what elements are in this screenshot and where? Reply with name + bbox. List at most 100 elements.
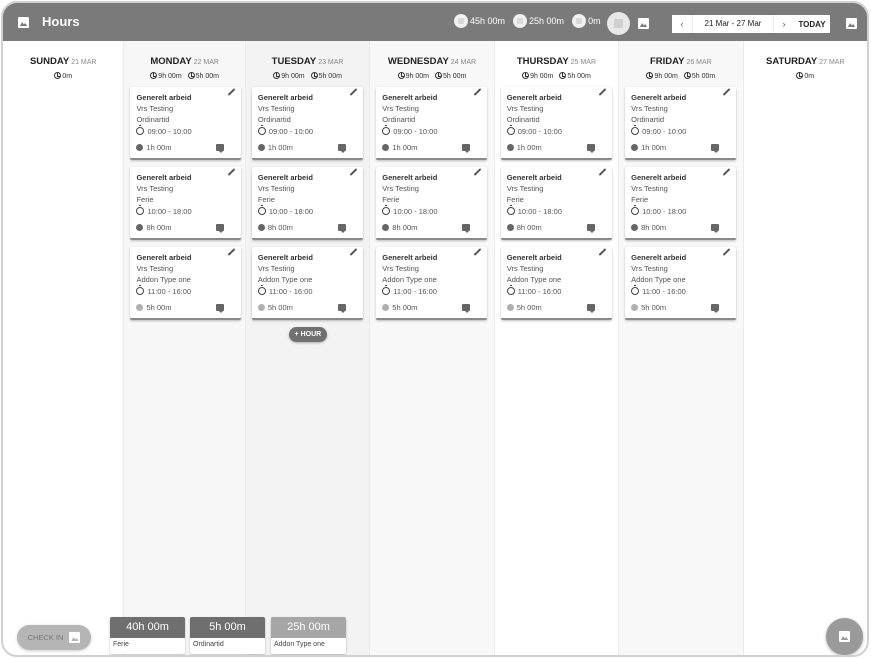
check-in-button[interactable]: CHECK IN: [17, 625, 91, 650]
day-date: 24 MAR: [450, 59, 477, 66]
entry-duration-value: 5h 00m: [392, 303, 418, 312]
day-header: TUESDAY 23 MAR 9h 00m 5h 00m: [246, 41, 369, 87]
settings-image-icon[interactable]: [846, 18, 857, 29]
comment-icon[interactable]: [586, 144, 595, 153]
comment-icon[interactable]: [216, 144, 225, 153]
day-total: 9h 00m: [522, 72, 553, 80]
clock-icon: [683, 72, 691, 79]
clock-icon: [187, 72, 195, 79]
entry-duration: 1h 00m: [506, 143, 542, 152]
entry-duration-value: 5h 00m: [641, 303, 667, 312]
entry-title: Generelt arbeid: [136, 253, 192, 262]
stopwatch-icon: [136, 125, 145, 135]
entry-time-value: 11:00 - 16:00: [147, 287, 192, 296]
summary-type-value: 25h 00m: [529, 16, 565, 26]
stopwatch-icon: [382, 205, 391, 215]
prev-week-button[interactable]: ‹: [672, 19, 692, 29]
time-entry-card[interactable]: Generelt arbeid Vrs Testing Addon Type o…: [376, 247, 488, 320]
entry-duration-value: 1h 00m: [516, 143, 542, 152]
time-entry-card[interactable]: Generelt arbeid Vrs Testing Ordinartid 0…: [625, 87, 737, 160]
avatar-button[interactable]: [607, 12, 630, 35]
legend-value: 5h 00m: [190, 617, 265, 638]
stopwatch-icon: [136, 205, 145, 215]
entry-project: Vrs Testing: [257, 264, 295, 273]
day-name: SATURDAY: [766, 56, 818, 67]
entry-duration-value: 8h 00m: [641, 223, 667, 232]
time-entry-card[interactable]: Generelt arbeid Vrs Testing Ferie 10:00 …: [376, 167, 488, 240]
time-entry-card[interactable]: Generelt arbeid Vrs Testing Ordinartid 0…: [500, 87, 612, 160]
comment-icon[interactable]: [337, 224, 346, 233]
comment-icon[interactable]: [711, 304, 720, 313]
stopwatch-icon: [382, 125, 391, 135]
time-entry-card[interactable]: Generelt arbeid Vrs Testing Ferie 10:00 …: [500, 167, 612, 240]
time-entry-card[interactable]: Generelt arbeid Vrs Testing Ferie 10:00 …: [130, 167, 242, 240]
entry-time-value: 10:00 - 18:00: [147, 207, 192, 216]
entry-time-value: 09:00 - 10:00: [517, 127, 562, 136]
time-entry-card[interactable]: Generelt arbeid Vrs Testing Ferie 10:00 …: [251, 167, 363, 240]
time-entry-card[interactable]: Generelt arbeid Vrs Testing Addon Type o…: [500, 247, 612, 320]
day-total: 5h 00m: [683, 72, 715, 80]
comment-icon[interactable]: [216, 304, 225, 313]
entry-project: Vrs Testing: [382, 264, 419, 273]
day-name: MONDAY: [150, 56, 192, 67]
page-title: Hours: [42, 14, 80, 29]
entry-type: Addon Type one: [506, 275, 562, 284]
time-entry-card[interactable]: Generelt arbeid Vrs Testing Ordinartid 0…: [130, 87, 242, 160]
entry-title: Generelt arbeid: [506, 173, 562, 182]
day-total-value: 0m: [62, 73, 73, 80]
entry-project: Vrs Testing: [506, 264, 544, 273]
entry-title: Generelt arbeid: [506, 253, 562, 262]
time-entry-card[interactable]: Generelt arbeid Vrs Testing Ordinartid 0…: [251, 87, 363, 160]
entry-duration-value: 1h 00m: [392, 143, 418, 152]
entry-time: 10:00 - 18:00: [136, 205, 235, 218]
legend-label: Ferie: [113, 641, 129, 648]
comment-icon[interactable]: [216, 224, 225, 233]
entry-duration: 8h 00m: [506, 223, 542, 232]
comment-icon[interactable]: [586, 224, 595, 233]
comment-icon[interactable]: [711, 144, 720, 153]
time-entry-card[interactable]: Generelt arbeid Vrs Testing Addon Type o…: [251, 247, 363, 320]
day-total: 5h 00m: [187, 72, 219, 80]
comment-icon[interactable]: [462, 304, 471, 313]
day-header: SATURDAY 27 MAR 0m: [744, 41, 867, 87]
duration-icon: [136, 304, 144, 311]
entry-duration: 8h 00m: [382, 223, 417, 232]
comment-icon[interactable]: [586, 304, 595, 313]
legend-label: Addon Type one: [274, 641, 325, 648]
image-icon[interactable]: [638, 18, 649, 29]
duration-icon: [506, 144, 514, 151]
duration-icon: [631, 224, 639, 231]
time-entry-card[interactable]: Generelt arbeid Vrs Testing Addon Type o…: [130, 247, 242, 320]
time-entry-card[interactable]: Generelt arbeid Vrs Testing Ordinartid 0…: [376, 87, 488, 160]
duration-icon: [257, 224, 265, 231]
entry-type: Addon Type one: [382, 275, 437, 284]
entry-time: 11:00 - 16:00: [257, 285, 357, 298]
entry-time-value: 09:00 - 10:00: [393, 127, 438, 136]
duration-icon: [631, 304, 639, 311]
floating-action-button[interactable]: [826, 618, 863, 655]
entry-time-value: 11:00 - 16:00: [642, 287, 686, 296]
comment-icon[interactable]: [462, 224, 471, 233]
day-total-value: 5h 00m: [567, 73, 591, 80]
time-entry-card[interactable]: Generelt arbeid Vrs Testing Addon Type o…: [625, 247, 737, 320]
entry-time-value: 09:00 - 10:00: [147, 127, 192, 136]
day-total-value: 9h 00m: [158, 73, 182, 80]
entry-duration-value: 1h 00m: [146, 143, 172, 152]
next-week-button[interactable]: ›: [774, 19, 794, 29]
entry-duration-value: 8h 00m: [267, 223, 293, 232]
add-hour-button[interactable]: + HOUR: [288, 327, 327, 342]
day-total: 5h 00m: [310, 72, 342, 80]
day-total: 5h 00m: [435, 72, 466, 80]
check-in-label: CHECK IN: [27, 633, 64, 642]
entry-project: Vrs Testing: [136, 184, 174, 193]
comment-icon[interactable]: [711, 224, 720, 233]
today-button[interactable]: TODAY: [794, 20, 830, 29]
entry-title: Generelt arbeid: [257, 93, 313, 102]
comment-icon[interactable]: [337, 304, 346, 313]
comment-icon[interactable]: [462, 144, 471, 153]
entry-type: Addon Type one: [257, 275, 313, 284]
day-total: 0m: [54, 72, 72, 80]
entry-duration: 5h 00m: [382, 303, 417, 312]
time-entry-card[interactable]: Generelt arbeid Vrs Testing Ferie 10:00 …: [625, 167, 737, 240]
comment-icon[interactable]: [337, 144, 346, 153]
